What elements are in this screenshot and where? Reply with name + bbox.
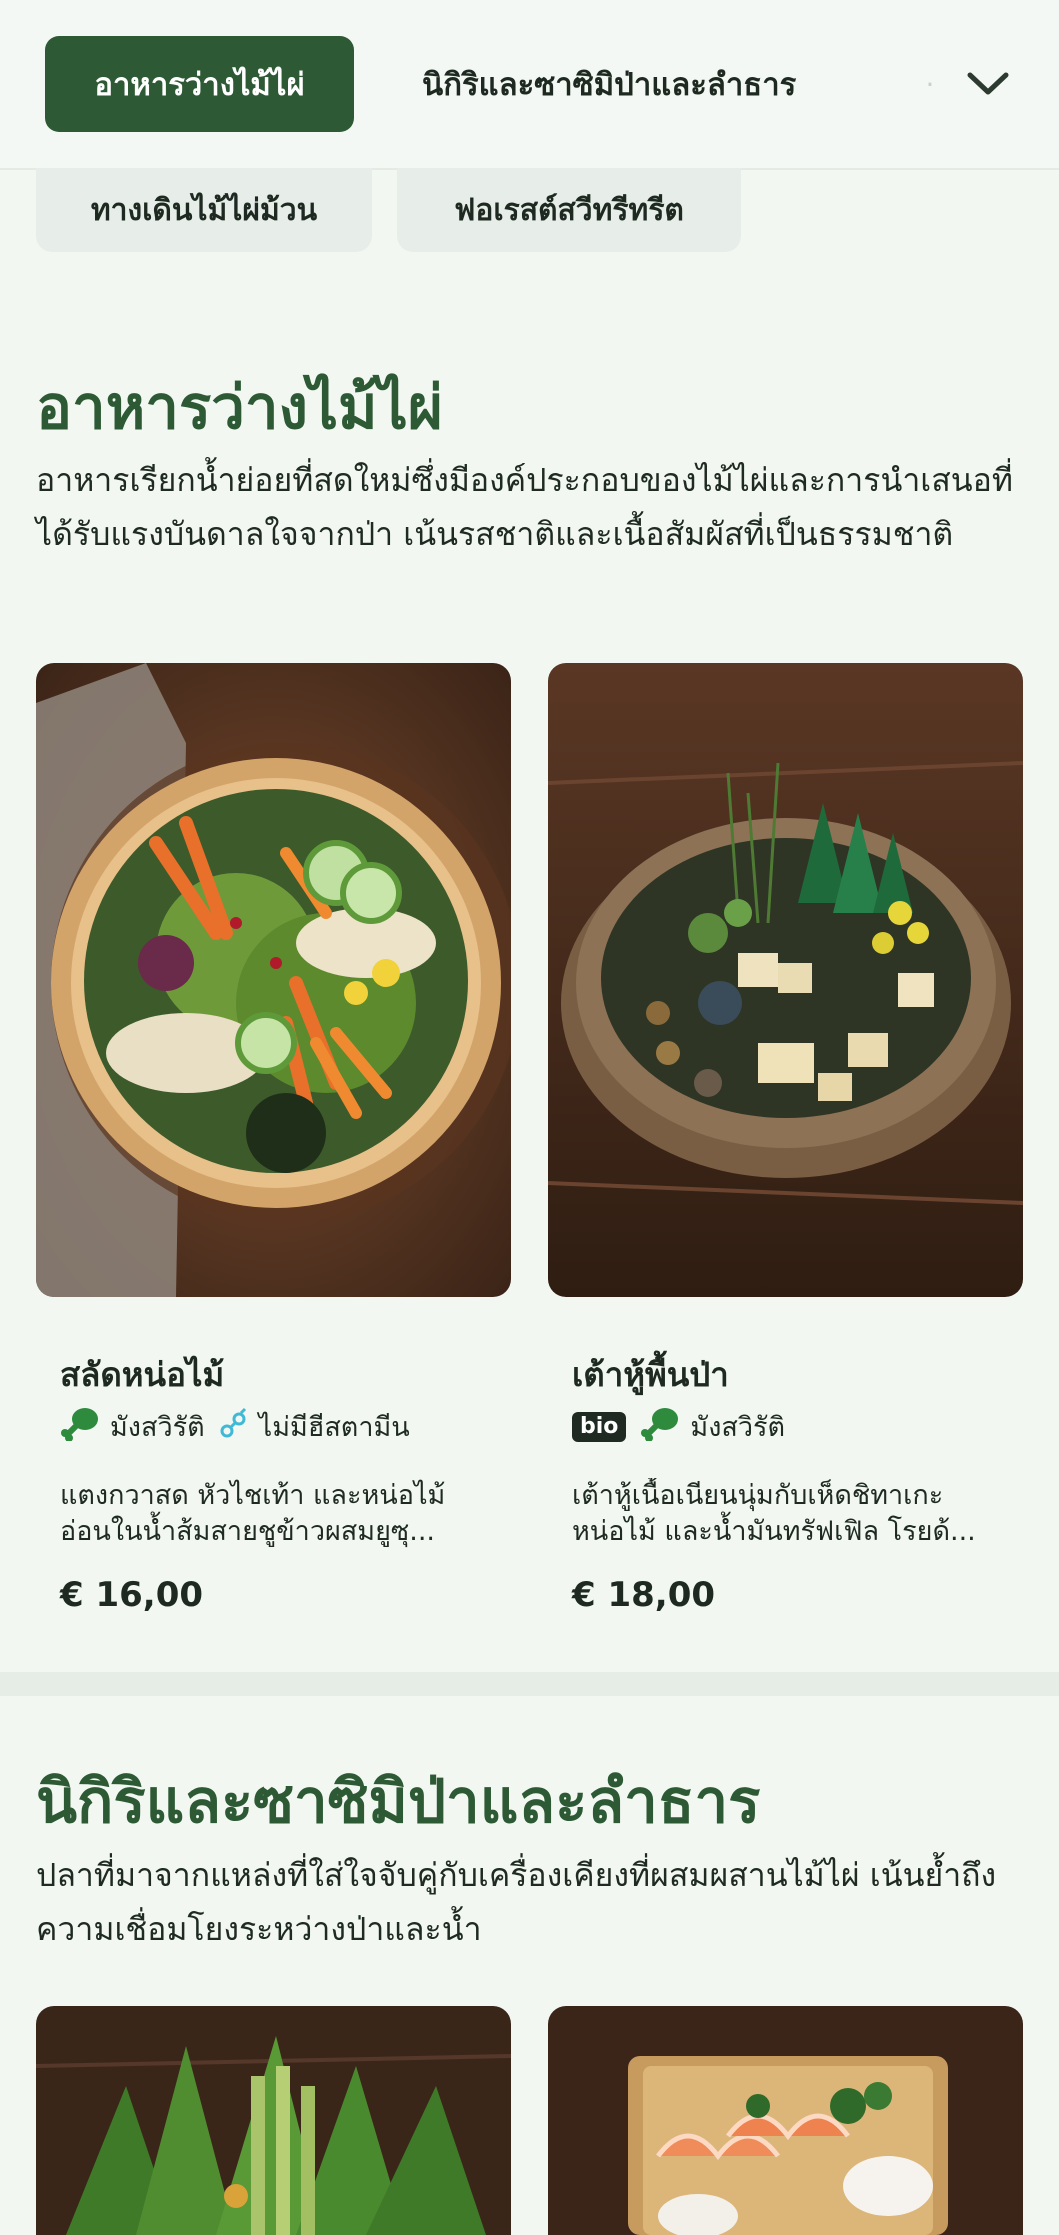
dish-description: เต้าหู้เนื้อเนียนนุ่มกับเห็ดชิทาเกะ หน่อ… [572, 1480, 976, 1547]
category-overflow-fade: · [925, 67, 935, 101]
menu-card-bamboo-salad[interactable] [36, 663, 511, 1297]
tag-vegetarian: มังสวิรัติ [60, 1405, 205, 1448]
subcategory-bamboo-rolls[interactable]: ทางเดินไม้ไผ่ม้วน [36, 168, 372, 252]
vegetarian-leg-icon [60, 1405, 100, 1448]
histamine-free-icon [219, 1407, 249, 1446]
section-divider [0, 1672, 1059, 1696]
dish-image-bamboo-leaves [36, 2006, 511, 2235]
menu-card-salmon-sashimi[interactable] [548, 2006, 1023, 2235]
category-tab-nigiri-sashimi[interactable]: นิกิริและซาซิมิป่าและลำธาร [400, 36, 840, 132]
chevron-down-icon[interactable] [960, 58, 1016, 110]
tag-label: ไม่มีฮีสตามีน [258, 1412, 410, 1443]
section-title: อาหารว่างไม้ไผ่ [36, 373, 443, 443]
dish-image-salad [36, 663, 511, 1297]
menu-card-bamboo-leaf-dish[interactable] [36, 2006, 511, 2235]
section-title: นิกิริและซาซิมิป่าและลำธาร [36, 1767, 761, 1837]
dish-tags: bio มังสวิรัติ [572, 1405, 785, 1448]
tag-vegetarian: มังสวิรัติ [640, 1405, 785, 1448]
dish-description: แตงกวาสด หัวไชเท้า และหน่อไม้อ่อนในน้ำส้… [60, 1480, 446, 1547]
subcategory-forest-sweets[interactable]: ฟอเรสต์สวีทรีทรีต [397, 168, 741, 252]
tag-label: มังสวิรัติ [690, 1412, 786, 1443]
category-nav: อาหารว่างไม้ไผ่ นิกิริและซาซิมิป่าและลำธ… [0, 0, 1059, 170]
dish-price: € 16,00 [60, 1575, 204, 1615]
dish-name: เต้าหู้พื้นป่า [572, 1355, 729, 1394]
menu-card-forest-tofu[interactable] [548, 663, 1023, 1297]
dish-tags: มังสวิรัติ ไม่มีฮีสตามีน [60, 1405, 410, 1448]
dish-price: € 18,00 [572, 1575, 716, 1615]
section-description: ปลาที่มาจากแหล่งที่ใส่ใจจับคู่กับเครื่อง… [36, 1856, 997, 1948]
tag-label: มังสวิรัติ [110, 1412, 205, 1443]
tag-histamine-free: ไม่มีฮีสตามีน [219, 1405, 410, 1448]
section-description: อาหารเรียกน้ำย่อยที่สดใหม่ซึ่งมีองค์ประก… [36, 461, 1013, 553]
dish-image-sashimi [548, 2006, 1023, 2235]
vegetarian-leg-icon [640, 1405, 680, 1448]
category-tab-bamboo-snacks[interactable]: อาหารว่างไม้ไผ่ [45, 36, 354, 132]
dish-name: สลัดหน่อไม้ [60, 1355, 225, 1394]
bio-badge: bio [572, 1411, 627, 1442]
dish-image-tofu [548, 663, 1023, 1297]
